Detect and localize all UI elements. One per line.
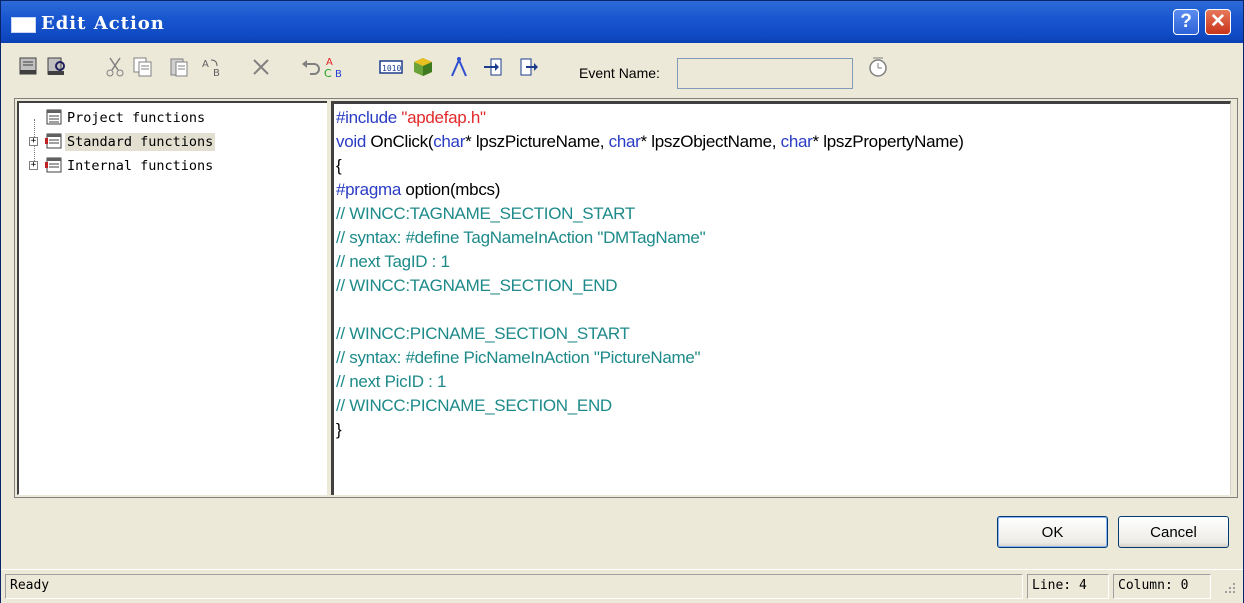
code-token: {: [336, 156, 342, 175]
code-token: option(mbcs): [405, 180, 501, 199]
function-folder-icon: [45, 109, 63, 130]
code-token: OnClick(: [370, 132, 434, 151]
code-text[interactable]: #include "apdefap.h" void OnClick(char* l…: [336, 106, 964, 442]
code-line[interactable]: // next TagID : 1: [336, 250, 964, 274]
code-token: // syntax: #define TagNameInAction "DMTa…: [336, 228, 706, 247]
status-bar: Ready Line: 4 Column: 0: [1, 569, 1243, 603]
code-line[interactable]: // WINCC:TAGNAME_SECTION_START: [336, 202, 964, 226]
code-line[interactable]: // next PicID : 1: [336, 370, 964, 394]
title-bar[interactable]: Edit Action ? ✕: [1, 1, 1243, 43]
code-token: // next TagID : 1: [336, 252, 450, 271]
code-line[interactable]: void OnClick(char* lpszPictureName, char…: [336, 130, 964, 154]
function-tree[interactable]: Project functions + Standard functions +…: [17, 101, 327, 495]
print-preview-icon[interactable]: [45, 55, 69, 79]
code-line[interactable]: #pragma option(mbcs): [336, 178, 964, 202]
tag-icon[interactable]: 1010: [379, 55, 403, 79]
export-icon[interactable]: [517, 55, 541, 79]
copy-icon[interactable]: [131, 55, 155, 79]
status-line: Line: 4: [1027, 574, 1109, 599]
function-folder-icon: [45, 157, 63, 178]
code-token: // syntax: #define PicNameInAction "Pict…: [336, 348, 701, 367]
edit-action-dialog: Edit Action ? ✕ AB ACB 1010 Event Name: …: [0, 0, 1244, 603]
ok-button[interactable]: OK: [997, 516, 1108, 548]
code-token: char: [780, 132, 813, 151]
code-token: // WINCC:TAGNAME_SECTION_END: [336, 276, 618, 295]
font-color-icon[interactable]: ACB: [323, 55, 347, 79]
delete-icon[interactable]: [249, 55, 273, 79]
replace-icon[interactable]: AB: [201, 55, 225, 79]
undo-icon[interactable]: [299, 55, 323, 79]
code-token: * lpszPictureName,: [465, 132, 609, 151]
code-token: "apdefap.h": [401, 108, 486, 127]
code-token: #include: [336, 108, 402, 127]
svg-text:B: B: [213, 68, 220, 78]
clock-icon[interactable]: [867, 56, 889, 83]
tree-item-label: Internal functions: [67, 158, 214, 174]
status-column: Column: 0: [1113, 574, 1211, 599]
close-button[interactable]: ✕: [1205, 9, 1231, 35]
compass-icon[interactable]: [447, 55, 471, 79]
code-line[interactable]: // syntax: #define PicNameInAction "Pict…: [336, 346, 964, 370]
cut-icon[interactable]: [103, 55, 127, 79]
resize-grip-icon[interactable]: [1223, 581, 1237, 600]
expand-icon[interactable]: +: [29, 137, 38, 146]
help-button[interactable]: ?: [1173, 9, 1199, 35]
code-token: }: [336, 420, 342, 439]
new-icon[interactable]: [17, 55, 41, 79]
function-folder-icon: [45, 133, 63, 154]
code-token: // WINCC:PICNAME_SECTION_START: [336, 324, 630, 343]
svg-text:B: B: [335, 69, 342, 79]
window-icon: [11, 17, 36, 33]
code-line[interactable]: // WINCC:TAGNAME_SECTION_END: [336, 274, 964, 298]
import-icon[interactable]: [481, 55, 505, 79]
code-editor[interactable]: #include "apdefap.h" void OnClick(char* l…: [331, 101, 1231, 495]
cancel-button[interactable]: Cancel: [1118, 516, 1229, 548]
tree-item-project-functions[interactable]: Project functions: [19, 109, 319, 127]
code-token: // next PicID : 1: [336, 372, 447, 391]
svg-text:A: A: [202, 59, 209, 70]
code-line[interactable]: // WINCC:PICNAME_SECTION_START: [336, 322, 964, 346]
tree-item-label: Standard functions: [65, 133, 216, 151]
code-token: #pragma: [336, 180, 406, 199]
code-token: // WINCC:PICNAME_SECTION_END: [336, 396, 612, 415]
code-line[interactable]: }: [336, 418, 964, 442]
code-token: char: [433, 132, 466, 151]
svg-text:1010: 1010: [382, 64, 401, 73]
code-token: * lpszObjectName,: [640, 132, 781, 151]
code-token: void: [336, 132, 371, 151]
paste-icon[interactable]: [167, 55, 191, 79]
tree-item-standard-functions[interactable]: + Standard functions: [19, 133, 319, 151]
cube-icon[interactable]: [411, 55, 435, 79]
code-line[interactable]: #include "apdefap.h": [336, 106, 964, 130]
code-line[interactable]: {: [336, 154, 964, 178]
expand-icon[interactable]: +: [29, 161, 38, 170]
window-title: Edit Action: [41, 13, 165, 34]
code-token: // WINCC:TAGNAME_SECTION_START: [336, 204, 635, 223]
code-token: char: [608, 132, 641, 151]
event-name-input[interactable]: [677, 58, 853, 89]
code-token: * lpszPropertyName): [812, 132, 964, 151]
svg-text:C: C: [324, 67, 332, 79]
tree-item-label: Project functions: [67, 110, 206, 126]
event-name-label: Event Name:: [579, 65, 660, 81]
tree-item-internal-functions[interactable]: + Internal functions: [19, 157, 319, 175]
code-line[interactable]: [336, 298, 964, 322]
code-line[interactable]: // syntax: #define TagNameInAction "DMTa…: [336, 226, 964, 250]
code-line[interactable]: // WINCC:PICNAME_SECTION_END: [336, 394, 964, 418]
status-text: Ready: [5, 574, 1023, 599]
